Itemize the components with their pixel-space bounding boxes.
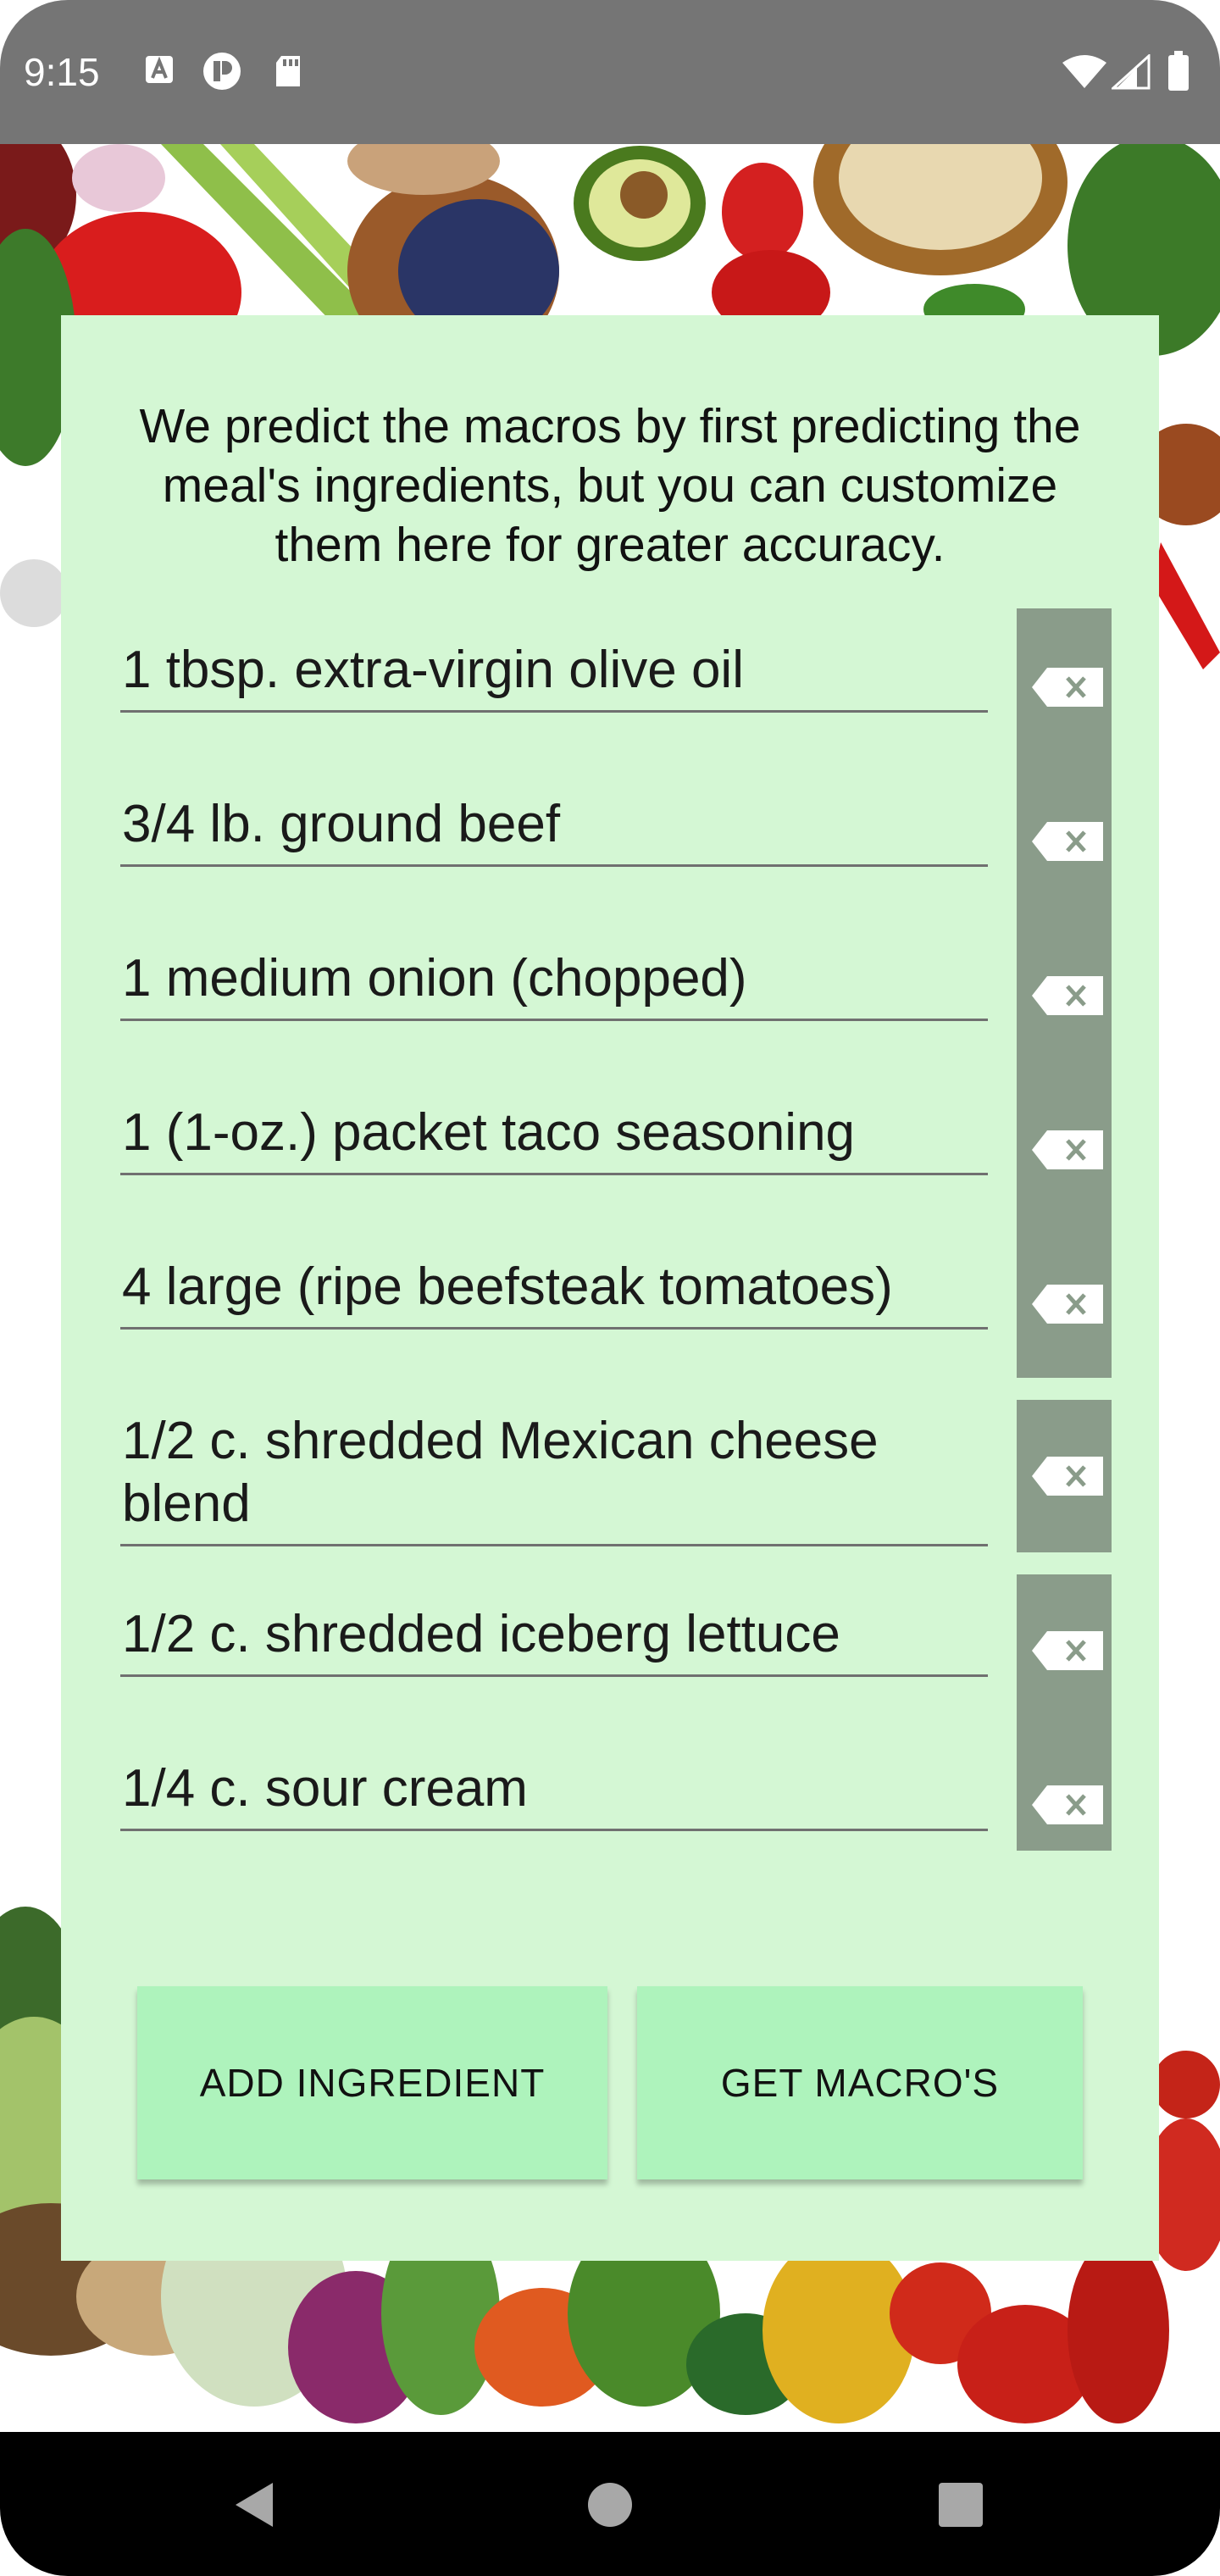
intro-text: We predict the macros by first predictin… bbox=[139, 399, 1081, 572]
ingredient-field-2[interactable]: 3/4 lb. ground beef bbox=[120, 793, 988, 867]
ingredient-text[interactable]: 1/2 c. shredded Mexican cheese blend bbox=[120, 1410, 988, 1544]
backspace-icon bbox=[1032, 976, 1103, 1015]
backspace-icon bbox=[1032, 1130, 1103, 1169]
ingredient-field-7[interactable]: 1/2 c. shredded iceberg lettuce bbox=[120, 1603, 988, 1677]
delete-ingredient-5-button[interactable] bbox=[1017, 1274, 1112, 1334]
ingredient-text[interactable]: 1 medium onion (chopped) bbox=[120, 947, 988, 1019]
app-notification-icon bbox=[203, 53, 241, 90]
delete-ingredient-6-button[interactable] bbox=[1017, 1446, 1112, 1506]
ingredient-field-3[interactable]: 1 medium onion (chopped) bbox=[120, 947, 988, 1021]
backspace-icon bbox=[1032, 1285, 1103, 1324]
add-ingredient-button[interactable]: ADD INGREDIENT bbox=[137, 1986, 607, 2179]
ingredient-field-6[interactable]: 1/2 c. shredded Mexican cheese blend bbox=[120, 1410, 988, 1546]
delete-ingredient-4-button[interactable] bbox=[1017, 1120, 1112, 1180]
status-bar: 9:15 bbox=[0, 0, 1220, 144]
ingredient-text[interactable]: 4 large (ripe beefsteak tomatoes) bbox=[120, 1256, 988, 1327]
backspace-icon bbox=[1032, 1457, 1103, 1496]
ingredient-text[interactable]: 3/4 lb. ground beef bbox=[120, 793, 988, 864]
delete-column-group-1 bbox=[1017, 608, 1112, 1378]
battery-icon bbox=[1168, 51, 1189, 91]
ingredient-field-4[interactable]: 1 (1-oz.) packet taco seasoning bbox=[120, 1102, 988, 1175]
keyboard-a-icon bbox=[146, 56, 173, 83]
backspace-icon bbox=[1032, 822, 1103, 861]
delete-ingredient-1-button[interactable] bbox=[1017, 658, 1112, 717]
delete-ingredient-7-button[interactable] bbox=[1017, 1621, 1112, 1680]
ingredient-field-1[interactable]: 1 tbsp. extra-virgin olive oil bbox=[120, 639, 988, 713]
back-icon[interactable] bbox=[230, 2479, 278, 2530]
delete-column-group-3 bbox=[1017, 1574, 1112, 1851]
backspace-icon bbox=[1032, 1631, 1103, 1670]
ingredients-card: We predict the macros by first predictin… bbox=[61, 315, 1159, 2261]
navigation-bar bbox=[0, 2432, 1220, 2576]
ingredient-text[interactable]: 1/4 c. sour cream bbox=[120, 1757, 988, 1829]
ingredient-text[interactable]: 1 (1-oz.) packet taco seasoning bbox=[120, 1102, 988, 1173]
ingredient-field-8[interactable]: 1/4 c. sour cream bbox=[120, 1757, 988, 1831]
delete-ingredient-2-button[interactable] bbox=[1017, 812, 1112, 871]
recents-icon[interactable] bbox=[937, 2483, 984, 2527]
cellular-signal-icon bbox=[1112, 54, 1151, 90]
ingredient-field-5[interactable]: 4 large (ripe beefsteak tomatoes) bbox=[120, 1256, 988, 1330]
delete-column-group-2 bbox=[1017, 1400, 1112, 1552]
get-macros-button[interactable]: GET MACRO'S bbox=[637, 1986, 1083, 2179]
delete-ingredient-3-button[interactable] bbox=[1017, 966, 1112, 1025]
ingredient-text[interactable]: 1 tbsp. extra-virgin olive oil bbox=[120, 639, 988, 710]
backspace-icon bbox=[1032, 1785, 1103, 1824]
delete-ingredient-8-button[interactable] bbox=[1017, 1775, 1112, 1835]
wifi-icon bbox=[1062, 55, 1106, 88]
sd-card-icon bbox=[276, 56, 300, 86]
status-time: 9:15 bbox=[24, 50, 100, 94]
backspace-icon bbox=[1032, 668, 1103, 707]
home-icon[interactable] bbox=[586, 2481, 634, 2529]
ingredient-text[interactable]: 1/2 c. shredded iceberg lettuce bbox=[120, 1603, 988, 1674]
